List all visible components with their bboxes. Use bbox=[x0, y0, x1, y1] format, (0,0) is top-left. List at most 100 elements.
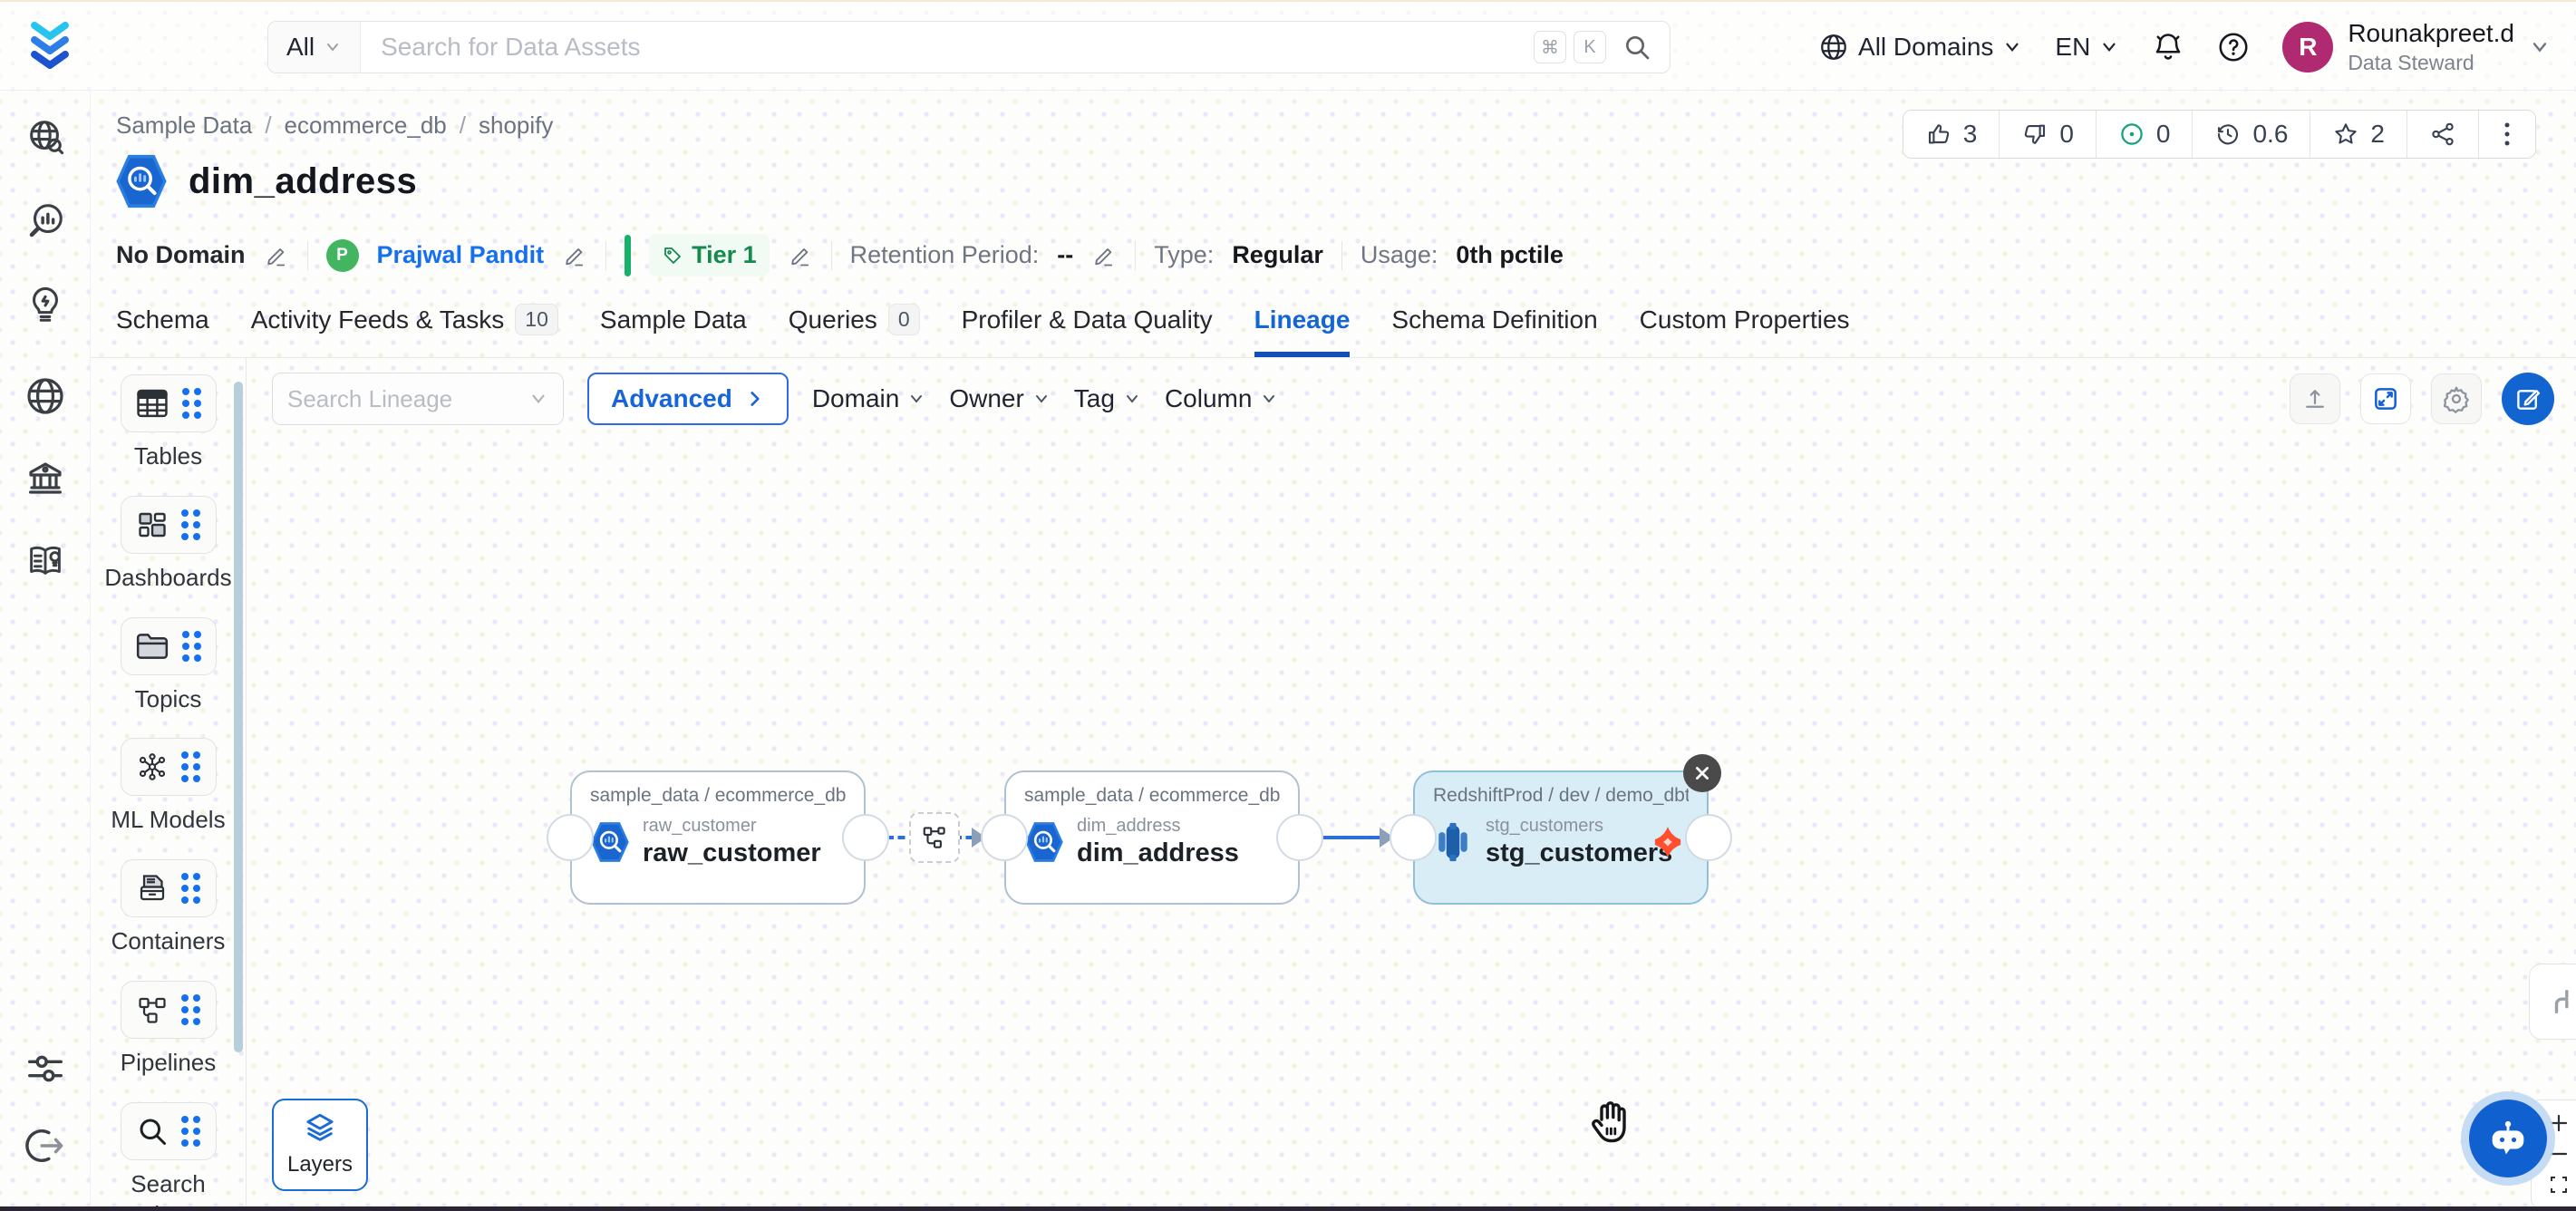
tab-schema-definition[interactable]: Schema Definition bbox=[1391, 304, 1597, 357]
dbt-icon[interactable] bbox=[1651, 825, 1685, 859]
filter-tag[interactable]: Tag bbox=[1074, 384, 1141, 413]
node-left-handle[interactable] bbox=[1390, 814, 1437, 861]
share-button[interactable] bbox=[2407, 111, 2479, 158]
chevron-down-icon bbox=[1260, 390, 1278, 408]
search-index-icon bbox=[136, 1115, 169, 1148]
entity-drag-containers[interactable]: Containers bbox=[101, 859, 237, 957]
settings-sliders-icon[interactable] bbox=[24, 1051, 66, 1087]
global-search-input[interactable] bbox=[361, 33, 1534, 62]
lineage-settings-button[interactable] bbox=[2431, 373, 2482, 424]
node-name: raw_customer bbox=[643, 838, 821, 868]
governance-icon[interactable] bbox=[24, 457, 67, 500]
entity-drag-search-indexes[interactable]: Search Indexes bbox=[101, 1102, 237, 1211]
owner-link[interactable]: Prajwal Pandit bbox=[377, 241, 545, 269]
user-menu[interactable]: R Rounakpreet.d Data Steward bbox=[2282, 19, 2551, 75]
upvote-button[interactable]: 3 bbox=[1903, 111, 2000, 158]
search-scope-select[interactable]: All bbox=[268, 22, 361, 73]
glossary-icon[interactable] bbox=[23, 539, 68, 583]
openmetadata-logo[interactable] bbox=[24, 18, 76, 74]
kbd-cmd-badge: ⌘ bbox=[1534, 31, 1566, 63]
edit-lineage-button[interactable] bbox=[2502, 373, 2554, 425]
lineage-entity-sidebar: Tables Dashboards Topics ML Models bbox=[91, 358, 247, 1211]
logout-icon[interactable] bbox=[24, 1125, 66, 1167]
domains-globe-icon[interactable] bbox=[24, 374, 67, 418]
type-label: Type: bbox=[1154, 241, 1214, 269]
lineage-node-dim-address[interactable]: sample_data / ecommerce_db / shopify dim… bbox=[1004, 770, 1300, 905]
language-dropdown[interactable]: EN bbox=[2055, 33, 2119, 62]
observability-icon[interactable] bbox=[24, 200, 66, 242]
tab-queries[interactable]: Queries0 bbox=[789, 304, 920, 357]
layers-button[interactable]: Layers bbox=[272, 1099, 368, 1191]
notifications-bell-icon[interactable] bbox=[2152, 31, 2184, 63]
tab-activity-feeds[interactable]: Activity Feeds & Tasks10 bbox=[251, 304, 558, 357]
incidents-button[interactable]: 0 bbox=[2097, 111, 2193, 158]
tab-sample-data[interactable]: Sample Data bbox=[600, 304, 747, 357]
bigquery-table-icon bbox=[1024, 820, 1064, 864]
tab-custom-properties[interactable]: Custom Properties bbox=[1640, 304, 1850, 357]
entity-drag-pipelines[interactable]: Pipelines bbox=[101, 981, 237, 1079]
node-left-handle[interactable] bbox=[547, 814, 594, 861]
lineage-node-raw-customer[interactable]: sample_data / ecommerce_db / shopify raw… bbox=[570, 770, 866, 905]
upvote-count: 3 bbox=[1963, 120, 1978, 149]
domains-dropdown[interactable]: All Domains bbox=[1818, 32, 2022, 63]
advanced-search-button[interactable]: Advanced bbox=[587, 373, 789, 425]
fit-view-icon[interactable] bbox=[2548, 1174, 2570, 1196]
lineage-search[interactable] bbox=[272, 373, 564, 425]
filter-owner[interactable]: Owner bbox=[949, 384, 1050, 413]
remove-node-button[interactable] bbox=[1683, 754, 1721, 792]
search-icon[interactable] bbox=[1622, 33, 1651, 62]
drag-handle-icon bbox=[181, 751, 200, 782]
edit-pencil-icon bbox=[2514, 385, 2542, 412]
zoom-out-icon[interactable] bbox=[2548, 1143, 2570, 1165]
zoom-in-icon[interactable] bbox=[2548, 1112, 2570, 1134]
chevron-down-icon bbox=[1032, 390, 1051, 408]
entity-drag-tables[interactable]: Tables bbox=[101, 374, 237, 472]
explore-icon[interactable] bbox=[24, 117, 66, 159]
node-right-handle[interactable] bbox=[842, 814, 889, 861]
breadcrumb-schema[interactable]: shopify bbox=[479, 111, 553, 140]
filter-column[interactable]: Column bbox=[1165, 384, 1278, 413]
robot-chat-icon bbox=[2484, 1115, 2532, 1162]
bigquery-table-icon bbox=[114, 152, 169, 210]
export-lineage-button[interactable] bbox=[2290, 373, 2340, 424]
chevron-down-icon bbox=[2002, 37, 2022, 57]
breadcrumb-database[interactable]: ecommerce_db bbox=[285, 111, 447, 140]
help-icon[interactable] bbox=[2217, 31, 2250, 63]
tab-lineage[interactable]: Lineage bbox=[1254, 304, 1351, 357]
edit-owner-icon[interactable] bbox=[562, 243, 587, 268]
node-left-handle[interactable] bbox=[981, 814, 1028, 861]
entity-drag-ml-models[interactable]: ML Models bbox=[101, 738, 237, 836]
entity-drag-topics[interactable]: Topics bbox=[101, 617, 237, 715]
layers-label: Layers bbox=[287, 1152, 353, 1177]
tab-profiler[interactable]: Profiler & Data Quality bbox=[962, 304, 1213, 357]
collapsed-side-panel[interactable] bbox=[2529, 964, 2576, 1040]
lineage-search-input[interactable] bbox=[287, 385, 528, 413]
node-right-handle[interactable] bbox=[1276, 814, 1323, 861]
entity-drag-dashboards[interactable]: Dashboards bbox=[101, 496, 237, 594]
chat-assistant-button[interactable] bbox=[2469, 1100, 2547, 1177]
follow-button[interactable]: 2 bbox=[2310, 111, 2407, 158]
history-clock-icon bbox=[2214, 121, 2242, 148]
screen-bottom-edge bbox=[0, 1206, 2576, 1211]
lineage-node-stg-customers[interactable]: RedshiftProd / dev / demo_dbt_jaffle stg… bbox=[1413, 770, 1709, 905]
version-history-button[interactable]: 0.6 bbox=[2193, 111, 2310, 158]
edit-tier-icon[interactable] bbox=[788, 243, 813, 268]
insights-icon[interactable] bbox=[24, 284, 66, 325]
downvote-button[interactable]: 0 bbox=[2000, 111, 2097, 158]
hand-cursor bbox=[1586, 1098, 1633, 1148]
more-actions-button[interactable] bbox=[2479, 111, 2535, 158]
edit-domain-icon[interactable] bbox=[264, 243, 289, 268]
edge-pipeline-button[interactable] bbox=[909, 812, 960, 863]
tier-chip: Tier 1 bbox=[649, 234, 770, 276]
domain-value[interactable]: No Domain bbox=[116, 241, 246, 269]
node-right-handle[interactable] bbox=[1685, 814, 1732, 861]
sidebar-scrollbar[interactable] bbox=[234, 382, 243, 1052]
filter-domain[interactable]: Domain bbox=[812, 384, 925, 413]
breadcrumb-service[interactable]: Sample Data bbox=[116, 111, 252, 140]
fullscreen-button[interactable] bbox=[2360, 373, 2411, 424]
edit-retention-icon[interactable] bbox=[1091, 243, 1117, 268]
lineage-canvas[interactable]: Advanced Domain Owner Tag Column bbox=[247, 358, 2576, 1211]
tag-icon bbox=[662, 245, 683, 266]
tab-schema[interactable]: Schema bbox=[116, 304, 209, 357]
pipeline-icon bbox=[136, 994, 169, 1025]
